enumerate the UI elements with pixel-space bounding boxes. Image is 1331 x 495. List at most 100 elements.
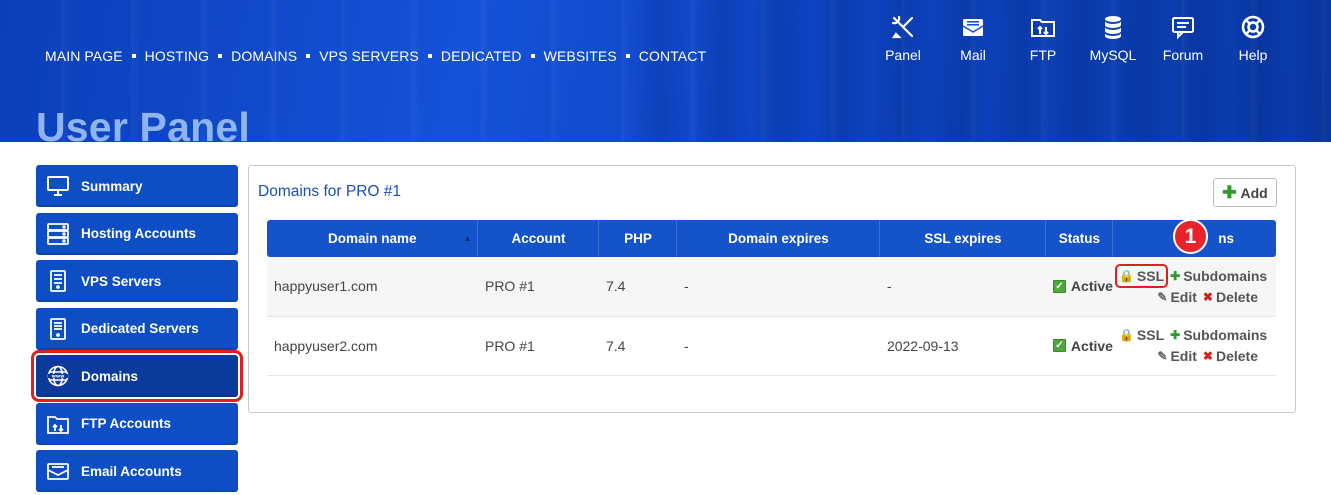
ftp-folder-icon: [1031, 19, 1055, 37]
header-banner: MAIN PAGE HOSTING DOMAINS VPS SERVERS DE…: [0, 0, 1331, 142]
table-row: happyuser2.com PRO #1 7.4 - 2022-09-13 ✓…: [267, 316, 1276, 376]
nav-separator: [427, 54, 432, 58]
actions-line: 🔒 SSL ✚ Subdomains: [1114, 263, 1276, 288]
cell-account: PRO #1: [477, 257, 599, 317]
col-ssl-expires[interactable]: SSL expires: [879, 220, 1047, 257]
ssl-button[interactable]: 🔒 SSL: [1114, 263, 1169, 288]
status-text: Active: [1070, 278, 1113, 295]
tool-mysql[interactable]: MySQL: [1078, 14, 1148, 63]
edit-button[interactable]: ✎ Edit: [1157, 289, 1197, 305]
subdomains-button[interactable]: ✚ Subdomains: [1170, 327, 1267, 343]
nav-hosting[interactable]: HOSTING: [145, 48, 209, 64]
sidebar-item-hosting-accounts[interactable]: Hosting Accounts: [36, 212, 238, 255]
tool-label: Help: [1238, 47, 1268, 63]
sidebar-item-domains[interactable]: www Domains: [31, 350, 243, 402]
database-icon: [1105, 16, 1121, 39]
ssl-label: SSL: [1136, 327, 1165, 343]
tool-label: Mail: [960, 47, 986, 63]
ssl-button[interactable]: 🔒 SSL: [1119, 327, 1164, 343]
tool-help[interactable]: Help: [1218, 14, 1288, 63]
sidebar-item-label: Dedicated Servers: [81, 321, 199, 336]
tool-label: Forum: [1162, 47, 1204, 63]
plus-icon: ✚: [1170, 328, 1181, 342]
cell-status: ✓ Active: [1045, 257, 1113, 317]
nav-separator: [530, 54, 535, 58]
dedicated-icon: [47, 317, 69, 340]
nav-main-page[interactable]: MAIN PAGE: [45, 48, 123, 64]
tool-ftp[interactable]: FTP: [1008, 14, 1078, 63]
mail-icon: [962, 19, 984, 36]
col-label: Domain name: [327, 231, 417, 246]
status-badge: ✓ Active: [1052, 278, 1113, 295]
nav-contact[interactable]: CONTACT: [639, 48, 706, 64]
edit-button[interactable]: ✎ Edit: [1157, 348, 1197, 364]
delete-label: Delete: [1215, 348, 1258, 364]
nav-vps-servers[interactable]: VPS SERVERS: [319, 48, 419, 64]
sidebar-item-ftp-accounts[interactable]: FTP Accounts: [36, 402, 238, 445]
cell-php: 7.4: [598, 257, 677, 317]
check-icon: ✓: [1052, 339, 1066, 352]
sidebar-item-label: Domains: [81, 368, 139, 384]
sidebar-item-email-accounts[interactable]: Email Accounts: [36, 450, 238, 492]
nav-separator: [218, 54, 223, 58]
content-title: Domains for PRO #1: [258, 183, 401, 200]
edit-label: Edit: [1170, 348, 1197, 364]
nav-dedicated[interactable]: DEDICATED: [441, 48, 522, 64]
tools-icon: [891, 15, 914, 39]
cell-domain: happyuser1.com: [267, 257, 478, 317]
page-title: User Panel: [36, 104, 250, 142]
server-icon: [47, 222, 69, 245]
vps-icon: [47, 270, 69, 292]
tool-panel[interactable]: Panel: [868, 14, 938, 63]
tool-mail[interactable]: Mail: [938, 14, 1008, 63]
cell-actions: 🔒 SSL ✚ Subdomains ✎ Edit ✖ Delete: [1112, 316, 1276, 376]
tool-forum[interactable]: Forum: [1148, 14, 1218, 63]
col-label: Status: [1058, 231, 1101, 246]
sort-arrow-icon: ▲: [463, 234, 472, 243]
cell-domain: happyuser2.com: [267, 316, 478, 376]
delete-button[interactable]: ✖ Delete: [1203, 289, 1258, 305]
email-icon: [47, 460, 69, 482]
cell-account: PRO #1: [477, 316, 599, 376]
nav-separator: [306, 54, 311, 58]
status-text: Active: [1070, 337, 1113, 354]
col-label: SSL expires: [924, 231, 1002, 246]
delete-button[interactable]: ✖ Delete: [1203, 348, 1258, 364]
cell-domain-expires: -: [676, 316, 880, 376]
www-globe-icon: www: [47, 365, 69, 387]
cell-php: 7.4: [598, 316, 677, 376]
check-icon: ✓: [1052, 279, 1066, 293]
lock-icon: 🔒: [1118, 268, 1134, 283]
sidebar-item-summary[interactable]: Summary: [36, 165, 238, 207]
col-php[interactable]: PHP: [598, 220, 678, 257]
quick-tools: Panel Mail FTP MySQL Forum Help: [868, 14, 1288, 63]
nav-domains[interactable]: DOMAINS: [231, 48, 297, 64]
ftp-folder-icon: [47, 413, 69, 435]
delete-label: Delete: [1215, 288, 1258, 305]
sidebar-item-label: Summary: [81, 178, 143, 194]
forum-icon: [1172, 17, 1194, 40]
col-label: Domain expires: [728, 231, 829, 246]
add-domain-button[interactable]: ✚ Add: [1213, 178, 1277, 207]
subdomains-label: Subdomains: [1183, 267, 1268, 284]
pencil-icon: ✎: [1157, 289, 1168, 304]
plus-icon: ✚: [1222, 183, 1237, 202]
col-domain-expires[interactable]: Domain expires: [676, 220, 881, 257]
subdomains-button[interactable]: ✚ Subdomains: [1170, 268, 1267, 284]
tool-label: FTP: [1029, 47, 1057, 63]
tool-label: MySQL: [1089, 47, 1137, 63]
actions-line: 🔒 SSL ✚ Subdomains: [1119, 325, 1276, 346]
lifebuoy-icon: [1241, 15, 1265, 39]
lock-icon: 🔒: [1118, 328, 1134, 342]
sidebar-item-vps-servers[interactable]: VPS Servers: [36, 260, 238, 302]
sidebar-item-dedicated-servers[interactable]: Dedicated Servers: [36, 307, 238, 350]
domains-table: Domain name ▲ Account PHP Domain expires …: [267, 220, 1276, 376]
nav-websites[interactable]: WEBSITES: [544, 48, 617, 64]
col-status[interactable]: Status: [1045, 220, 1114, 257]
col-domain-name[interactable]: Domain name ▲: [267, 220, 479, 257]
actions-line: ✎ Edit ✖ Delete: [1119, 346, 1276, 367]
cell-actions: 🔒 SSL ✚ Subdomains ✎ Edit ✖ Delete: [1112, 257, 1276, 317]
col-account[interactable]: Account: [477, 220, 600, 257]
cell-ssl-expires: -: [879, 257, 1046, 317]
sidebar: Summary Hosting Accounts VPS Servers Ded…: [31, 165, 243, 495]
